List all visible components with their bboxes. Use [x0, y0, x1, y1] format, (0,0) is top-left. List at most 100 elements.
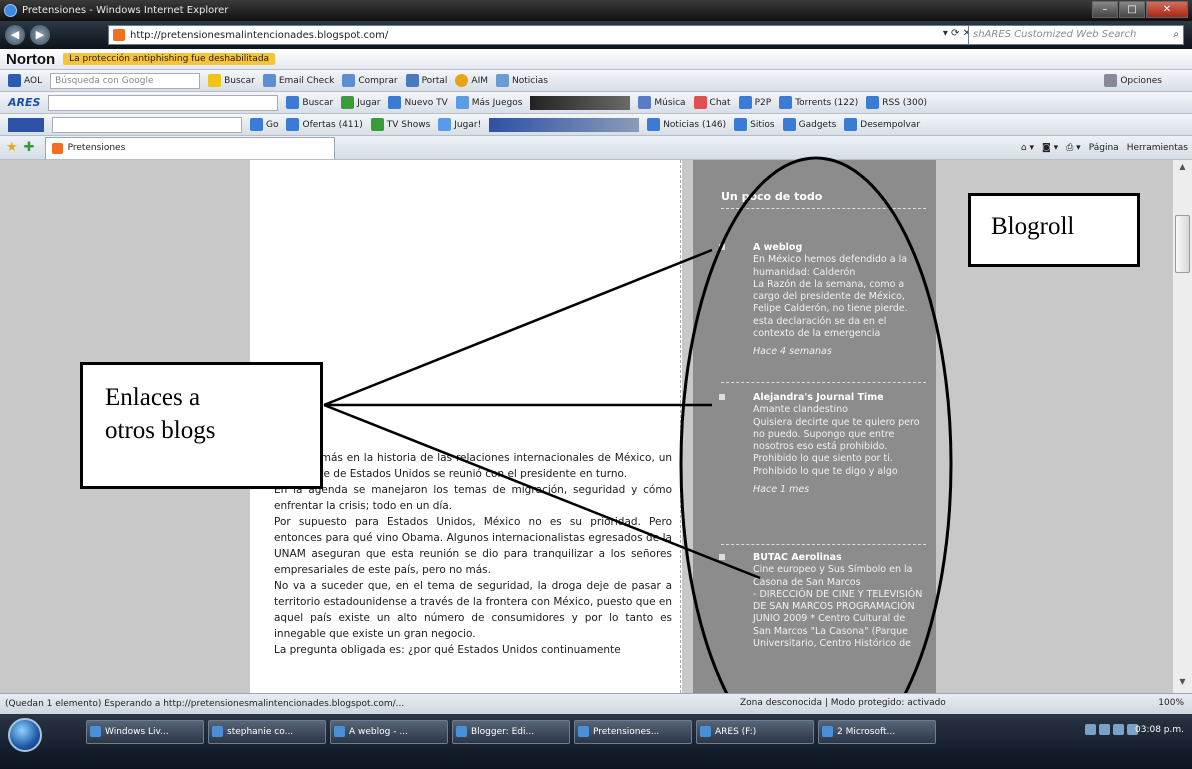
post-paragraph: La pregunta obligada es: ¿por qué Estado… [274, 644, 621, 656]
page-menu[interactable]: Página [1089, 143, 1119, 153]
tools-menu[interactable]: Herramientas [1127, 143, 1188, 153]
aim-icon [455, 74, 469, 87]
scroll-up-icon[interactable]: ▲ [1175, 162, 1190, 176]
sites-icon [734, 118, 748, 131]
tray-icon[interactable] [1113, 724, 1124, 735]
bullet-icon [719, 244, 725, 250]
maximize-button[interactable]: □ [1119, 1, 1145, 18]
divider [721, 544, 926, 545]
close-button[interactable]: ✕ [1146, 1, 1188, 18]
ares-item-torrents[interactable]: Torrents (122) [779, 96, 858, 109]
ares-item-musica[interactable]: Música [638, 96, 686, 109]
taskbar-item[interactable]: stephanie co... [208, 720, 326, 744]
home-icon[interactable]: ⌂ ▾ [1021, 143, 1034, 153]
aol-item-noticias[interactable]: Noticias [496, 74, 548, 87]
email-icon [262, 74, 276, 87]
go-button[interactable]: Go [250, 118, 278, 131]
print-icon[interactable]: ⎙ ▾ [1066, 143, 1081, 153]
ares-item-rss[interactable]: RSS (300) [866, 96, 927, 109]
toolbar4-item-gadgets[interactable]: Gadgets [782, 118, 836, 131]
refresh-stop-icon[interactable]: ▾ ⟳ ✕ [943, 28, 971, 39]
status-text: (Quedan 1 elemento) Esperando a http://p… [5, 699, 405, 709]
bullet-icon [719, 394, 725, 400]
favorites-star-icon[interactable]: ★ [6, 140, 18, 155]
toolbar4-item-sitios[interactable]: Sitios [734, 118, 775, 131]
taskbar-item[interactable]: A weblog - ... [330, 720, 448, 744]
search-input[interactable]: shARES Customized Web Search ⌕ [968, 25, 1184, 45]
go-icon [250, 118, 263, 131]
blogger-favicon-icon [51, 142, 63, 154]
rss-icon [866, 96, 880, 109]
tv-icon [388, 96, 402, 109]
ares-item-mas-juegos[interactable]: Más Juegos [455, 96, 522, 109]
aol-item-comprar[interactable]: Comprar [342, 74, 398, 87]
aol-item-portal[interactable]: Portal [405, 74, 447, 87]
media-player-bar[interactable] [489, 117, 640, 132]
game-icon [341, 96, 355, 109]
news-icon [647, 118, 661, 131]
blogroll-time: Hace 4 semanas [753, 346, 832, 358]
blog-post-body: Una vez más en la historia de las relaci… [274, 450, 672, 658]
aol-item-email[interactable]: Email Check [262, 74, 334, 87]
ares-item-jugar[interactable]: Jugar [341, 96, 380, 109]
ares-item-chat[interactable]: Chat [693, 96, 731, 109]
toolbar4-item-jugar[interactable]: Jugar! [438, 118, 481, 131]
norton-status-message[interactable]: La protección antiphishing fue deshabili… [63, 53, 276, 65]
ares-toolbar: ARES Buscar Jugar Nuevo TV Más Juegos Mú… [0, 92, 1192, 114]
taskbar-clock[interactable]: 03:08 p.m. [1135, 725, 1184, 735]
zoom-level[interactable]: 100% [1158, 698, 1184, 708]
aol-options[interactable]: Opciones [1104, 74, 1162, 87]
add-favorites-icon[interactable]: ✚ [24, 140, 35, 155]
taskbar-item[interactable]: Blogger: Edi... [452, 720, 570, 744]
minimize-button[interactable]: – [1092, 1, 1118, 18]
ares-item-p2p[interactable]: P2P [738, 96, 771, 109]
blogroll-entry: BUTAC Aerolinas Cine europeo y Sus Símbo… [719, 552, 923, 650]
toolbar-search-input[interactable] [52, 116, 242, 133]
blogroll-time: Hace 1 mes [753, 484, 810, 496]
taskbar-item[interactable]: Windows Liv... [86, 720, 204, 744]
aol-logo[interactable]: AOL [8, 74, 42, 87]
back-button[interactable]: ◀ [5, 25, 25, 45]
vertical-scrollbar[interactable]: ▲ ▼ [1172, 160, 1192, 693]
blogroll-post-title[interactable]: Amante clandestino [753, 404, 923, 416]
toolbar4-item-ofertas[interactable]: Ofertas (411) [286, 118, 363, 131]
toolbar4-item-noticias[interactable]: Noticias (146) [647, 118, 726, 131]
blogroll-blog-name[interactable]: BUTAC Aerolinas [753, 552, 923, 564]
start-button[interactable] [8, 718, 42, 752]
blogroll-post-title[interactable]: En México hemos defendido a la humanidad… [753, 254, 923, 279]
aol-buscar-button[interactable]: Buscar [208, 74, 255, 87]
aol-toolbar: AOL Búsqueda con Google Buscar Email Che… [0, 70, 1192, 92]
taskbar-item[interactable]: ARES (F:) [696, 720, 814, 744]
taskbar-item[interactable]: 2 Microsoft... [818, 720, 936, 744]
ares-buscar-button[interactable]: Buscar [286, 96, 333, 109]
tray-icon[interactable] [1085, 724, 1096, 735]
search-icon[interactable]: ⌕ [1173, 29, 1179, 40]
feeds-icon[interactable]: ◙ ▾ [1042, 143, 1058, 153]
forward-button[interactable]: ▶ [30, 25, 50, 45]
taskbar-item[interactable]: Pretensiones... [574, 720, 692, 744]
toolbar4-item-desempolvar[interactable]: Desempolvar [844, 118, 920, 131]
tray-icon[interactable] [1099, 724, 1110, 735]
address-bar[interactable]: http://pretensionesmalintencionades.blog… [108, 25, 978, 45]
media-player-bar[interactable] [530, 95, 631, 110]
gadgets-icon [782, 118, 796, 131]
p2p-icon [738, 96, 752, 109]
blogroll-blog-name[interactable]: Alejandra's Journal Time [753, 392, 923, 404]
blogroll-snippet: La Razón de la semana, como a cargo del … [753, 278, 908, 340]
scrollbar-thumb[interactable] [1175, 215, 1190, 273]
aol-search-input[interactable]: Búsqueda con Google [50, 72, 201, 89]
game-icon [455, 96, 469, 109]
tab-pretensiones[interactable]: Pretensiones [44, 136, 335, 159]
divider [721, 382, 926, 383]
aol-item-aim[interactable]: AIM [455, 74, 488, 87]
blogroll-blog-name[interactable]: A weblog [753, 242, 923, 254]
toolbar4-item-tvshows[interactable]: TV Shows [370, 118, 430, 131]
security-zone[interactable]: Zona desconocida | Modo protegido: activ… [740, 698, 946, 708]
scroll-down-icon[interactable]: ▼ [1175, 677, 1190, 691]
blogroll-post-title[interactable]: Cine europeo y Sus Símbolo en la Casona … [753, 564, 923, 589]
buscar-icon [286, 96, 300, 109]
address-url[interactable]: http://pretensionesmalintencionades.blog… [130, 30, 388, 41]
cart-icon [342, 74, 356, 87]
ares-item-tv[interactable]: Nuevo TV [388, 96, 448, 109]
ares-search-input[interactable] [48, 94, 279, 111]
